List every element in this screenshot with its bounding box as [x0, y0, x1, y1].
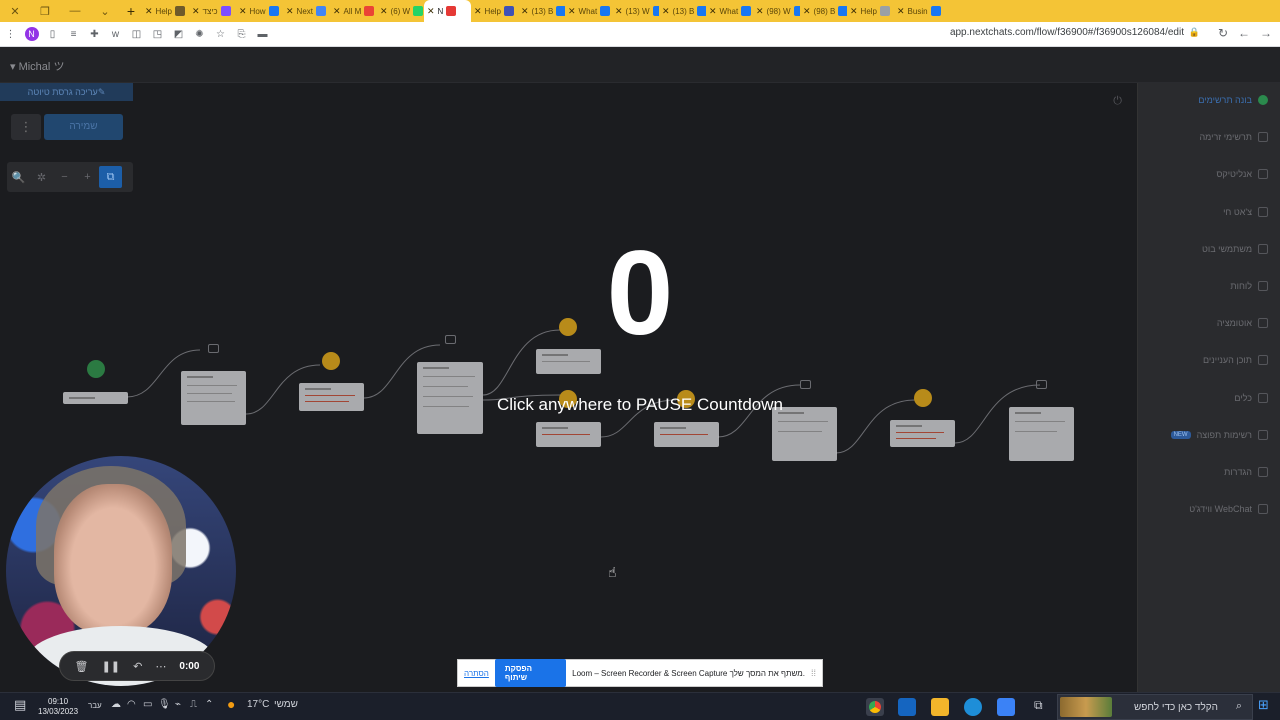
clock-date: 13/03/2023: [38, 707, 79, 716]
chrome-taskbar-icon[interactable]: [866, 698, 884, 716]
onedrive-icon[interactable]: ☁: [111, 699, 121, 710]
taskbar-search[interactable]: הקלד כאן כדי לחפש ⌕: [1057, 694, 1253, 720]
clock-time: 09:10: [48, 697, 69, 706]
start-node-icon: [87, 360, 105, 378]
windows-taskbar: ▤ 09:10 13/03/2023 עבר ☁ ◠ ▭ 🎙 ⌁ ⎍ ⌃ ● 1…: [0, 692, 1280, 720]
recording-timer: 0:00: [179, 660, 200, 672]
screen-share-bar: הסתרה הפסקת שיתוף Loom – Screen Recorder…: [457, 659, 823, 687]
restart-recording-icon[interactable]: ↶: [133, 660, 142, 673]
flow-node[interactable]: [890, 420, 955, 447]
pause-recording-icon[interactable]: ❚❚: [102, 660, 120, 673]
weather-label[interactable]: שמשי: [274, 699, 298, 710]
drag-handle-icon[interactable]: ⁞⁞: [811, 668, 816, 678]
flow-node[interactable]: [1009, 407, 1074, 461]
weather-temp[interactable]: 17°C: [247, 699, 269, 710]
flow-node[interactable]: [654, 422, 719, 447]
file-explorer-icon[interactable]: [931, 698, 949, 716]
search-icon: ⌕: [1235, 700, 1242, 712]
webcam-person-face: [54, 484, 172, 634]
countdown-pause-message[interactable]: Click anywhere to PAUSE Countdown: [0, 395, 1280, 415]
usb-icon[interactable]: ⎍: [190, 699, 197, 710]
store-icon[interactable]: [997, 698, 1015, 716]
countdown-number[interactable]: 0: [0, 228, 1280, 358]
flow-node[interactable]: [536, 422, 601, 447]
hide-share-bar-link[interactable]: הסתרה: [464, 669, 489, 678]
battery-icon[interactable]: ▭: [143, 699, 152, 710]
flow-node[interactable]: [772, 407, 837, 461]
search-highlight-image: [1060, 697, 1112, 717]
recorder-options-icon[interactable]: ⋯: [155, 660, 166, 673]
wifi-icon[interactable]: ◠: [127, 699, 136, 710]
show-hidden-icons[interactable]: ⌃: [205, 699, 213, 710]
microphone-icon[interactable]: 🎙: [158, 699, 171, 710]
system-clock[interactable]: 09:10 13/03/2023: [38, 697, 78, 717]
delete-recording-icon[interactable]: 🗑: [75, 660, 89, 673]
weather-sun-icon: ●: [227, 696, 236, 712]
windows-start-icon[interactable]: ⊞: [1258, 697, 1269, 713]
chrome-icon: [869, 701, 881, 713]
notifications-icon[interactable]: ▤: [14, 697, 26, 713]
message-icon: [1036, 380, 1047, 389]
sharing-message: Loom – Screen Recorder & Screen Capture …: [572, 668, 805, 678]
edge-icon[interactable]: [964, 698, 982, 716]
bluetooth-icon[interactable]: ⌁: [175, 699, 181, 710]
search-placeholder: הקלד כאן כדי לחפש: [1133, 702, 1218, 713]
mail-taskbar-icon[interactable]: [898, 698, 916, 716]
language-indicator[interactable]: עבר: [88, 701, 102, 710]
message-icon: [800, 380, 811, 389]
stop-sharing-button[interactable]: הפסקת שיתוף: [494, 659, 567, 687]
hand-cursor-icon: ☝: [608, 564, 617, 580]
recorder-controls: 🗑 ❚❚ ↶ ⋯ 0:00: [59, 651, 215, 681]
task-view-icon[interactable]: ⧉: [1034, 698, 1043, 713]
